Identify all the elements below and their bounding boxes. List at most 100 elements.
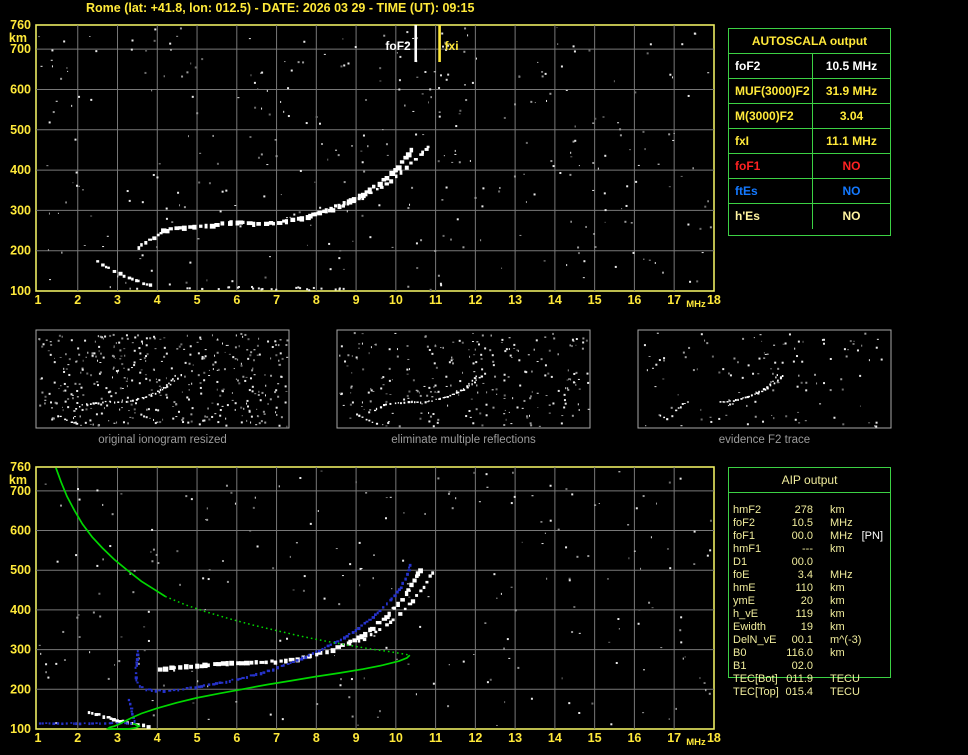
autoscala-param-value: NO (842, 159, 861, 173)
aip-param-label: D1 (733, 556, 748, 568)
aip-param-label: foF2 (733, 517, 756, 529)
aip-param-flag: [PN] (861, 530, 884, 542)
autoscala-param-value: NO (842, 209, 861, 223)
svg-text:6: 6 (233, 731, 240, 745)
svg-text:km: km (9, 473, 27, 487)
svg-text:760: 760 (10, 460, 31, 474)
aip-row-hmF1: hmF1 --- km (733, 543, 891, 556)
autoscala-param-label: h'Es (729, 204, 813, 229)
background: { "header": { "title": "Rome (lat: +41.8… (0, 0, 968, 755)
autoscala-row-M3000F2: M(3000)F2 3.04 (729, 104, 890, 129)
aip-row-hmE: hmE 110 km (733, 582, 891, 595)
svg-text:MHz: MHz (686, 299, 706, 310)
svg-text:foF2: foF2 (385, 39, 411, 53)
autoscala-panel-title: AUTOSCALA output (729, 29, 890, 54)
aip-param-unit: km (830, 647, 845, 659)
svg-text:12: 12 (468, 731, 482, 745)
svg-text:400: 400 (10, 603, 31, 617)
thumb-plot-0 (35, 329, 290, 429)
autoscala-param-label: M(3000)F2 (729, 104, 813, 128)
svg-text:1: 1 (35, 731, 42, 745)
aip-row-D1: D1 00.0 (733, 556, 891, 569)
thumb-plot-2 (637, 329, 892, 429)
svg-text:8: 8 (313, 293, 320, 307)
aip-param-unit: MHz (830, 569, 853, 581)
aip-param-label: B0 (733, 647, 747, 659)
autoscala-param-value: NO (842, 184, 861, 198)
svg-text:5: 5 (194, 731, 201, 745)
autoscala-row-MUF3000F2: MUF(3000)F2 31.9 MHz (729, 79, 890, 104)
aip-param-label: foF1 (733, 530, 756, 542)
aip-param-value: 119 (795, 608, 813, 620)
aip-row-hmF2: hmF2 278 km (733, 504, 891, 517)
autoscala-param-value: 11.1 MHz (826, 134, 877, 148)
aip-param-label: B1 (733, 660, 747, 672)
aip-param-value: 10.5 (791, 517, 813, 529)
aip-param-label: hmE (733, 582, 756, 594)
svg-text:11: 11 (429, 293, 442, 307)
svg-text:11: 11 (429, 731, 442, 745)
aip-param-unit: TECU (830, 673, 860, 685)
aip-param-unit: km (830, 595, 845, 607)
thumb-caption-original: original ionogram resized (98, 434, 227, 446)
svg-text:16: 16 (627, 731, 641, 745)
aip-panel: AIP output hmF2 278 km foF2 10.5 MHz foF1 00.0 M… (728, 467, 891, 698)
svg-text:300: 300 (10, 203, 31, 217)
svg-text:4: 4 (154, 731, 161, 745)
aip-rows: hmF2 278 km foF2 10.5 MHz foF1 00.0 MHz [PN] hmF1 -… (733, 504, 891, 699)
aip-row-Ewidth: Ewidth 19 km (733, 621, 891, 634)
svg-text:13: 13 (508, 731, 522, 745)
aip-param-unit: km (830, 608, 845, 620)
aip-row-foF2: foF2 10.5 MHz (733, 517, 891, 530)
svg-text:9: 9 (353, 293, 360, 307)
svg-text:400: 400 (10, 163, 31, 177)
svg-text:100: 100 (10, 722, 31, 736)
aip-param-value: 00.1 (791, 634, 813, 646)
aip-param-value: 116.0 (786, 647, 813, 659)
aip-param-unit: km (830, 543, 845, 555)
autoscala-param-label: ftEs (729, 179, 813, 203)
aip-param-value: 20 (800, 595, 813, 607)
svg-text:2: 2 (74, 731, 81, 745)
svg-text:12: 12 (468, 293, 482, 307)
aip-param-label: TEC[Top] (733, 686, 779, 698)
svg-text:3: 3 (114, 293, 121, 307)
aip-param-label: TEC[Bot] (733, 673, 778, 685)
svg-text:5: 5 (194, 293, 201, 307)
svg-text:6: 6 (233, 293, 240, 307)
aip-param-value: 02.0 (791, 660, 813, 672)
autoscala-param-label: fxI (729, 129, 813, 153)
aip-param-label: hmF2 (733, 504, 762, 516)
aip-param-value: 00.0 (791, 530, 813, 542)
autoscala-row-hEs: h'Es NO (729, 204, 890, 229)
autoscala-param-label: foF1 (729, 154, 813, 178)
aip-row-B0: B0 116.0 km (733, 647, 891, 660)
aip-param-value: 110 (795, 582, 813, 594)
autoscala-row-foF2: foF2 10.5 MHz (729, 54, 890, 79)
svg-text:200: 200 (10, 682, 31, 696)
aip-param-value: 19 (800, 621, 813, 633)
aip-param-label: hmF1 (733, 543, 762, 555)
thumb-caption-evidence: evidence F2 trace (718, 434, 811, 446)
thumb-plot-1 (336, 329, 591, 429)
aip-param-unit: TECU (830, 686, 860, 698)
aip-row-TECBot: TEC[Bot] 011.9 TECU (733, 673, 891, 686)
svg-text:14: 14 (548, 731, 562, 745)
aip-param-unit: km (830, 582, 845, 594)
aip-row-ymE: ymE 20 km (733, 595, 891, 608)
svg-text:300: 300 (10, 643, 31, 657)
svg-text:600: 600 (10, 82, 31, 96)
svg-text:8: 8 (313, 731, 320, 745)
autoscala-param-value: 31.9 MHz (825, 84, 878, 98)
aip-param-label: ymE (733, 595, 755, 607)
aip-param-unit: m^(-3) (830, 634, 862, 646)
svg-text:500: 500 (10, 123, 31, 137)
aip-param-unit: km (830, 621, 845, 633)
svg-text:600: 600 (10, 524, 31, 538)
svg-text:7: 7 (273, 731, 280, 745)
svg-text:10: 10 (389, 293, 403, 307)
svg-text:2: 2 (74, 293, 81, 307)
autoscala-rows: foF2 10.5 MHz MUF(3000)F2 31.9 MHz M(3000)F2… (729, 54, 890, 229)
bottom-profile-plot: 1 2 3 4 5 6 7 8 9 10 11 12 13 14 15 16 17 18MHz7607006005… (9, 460, 721, 748)
aip-param-unit: km (830, 504, 845, 516)
